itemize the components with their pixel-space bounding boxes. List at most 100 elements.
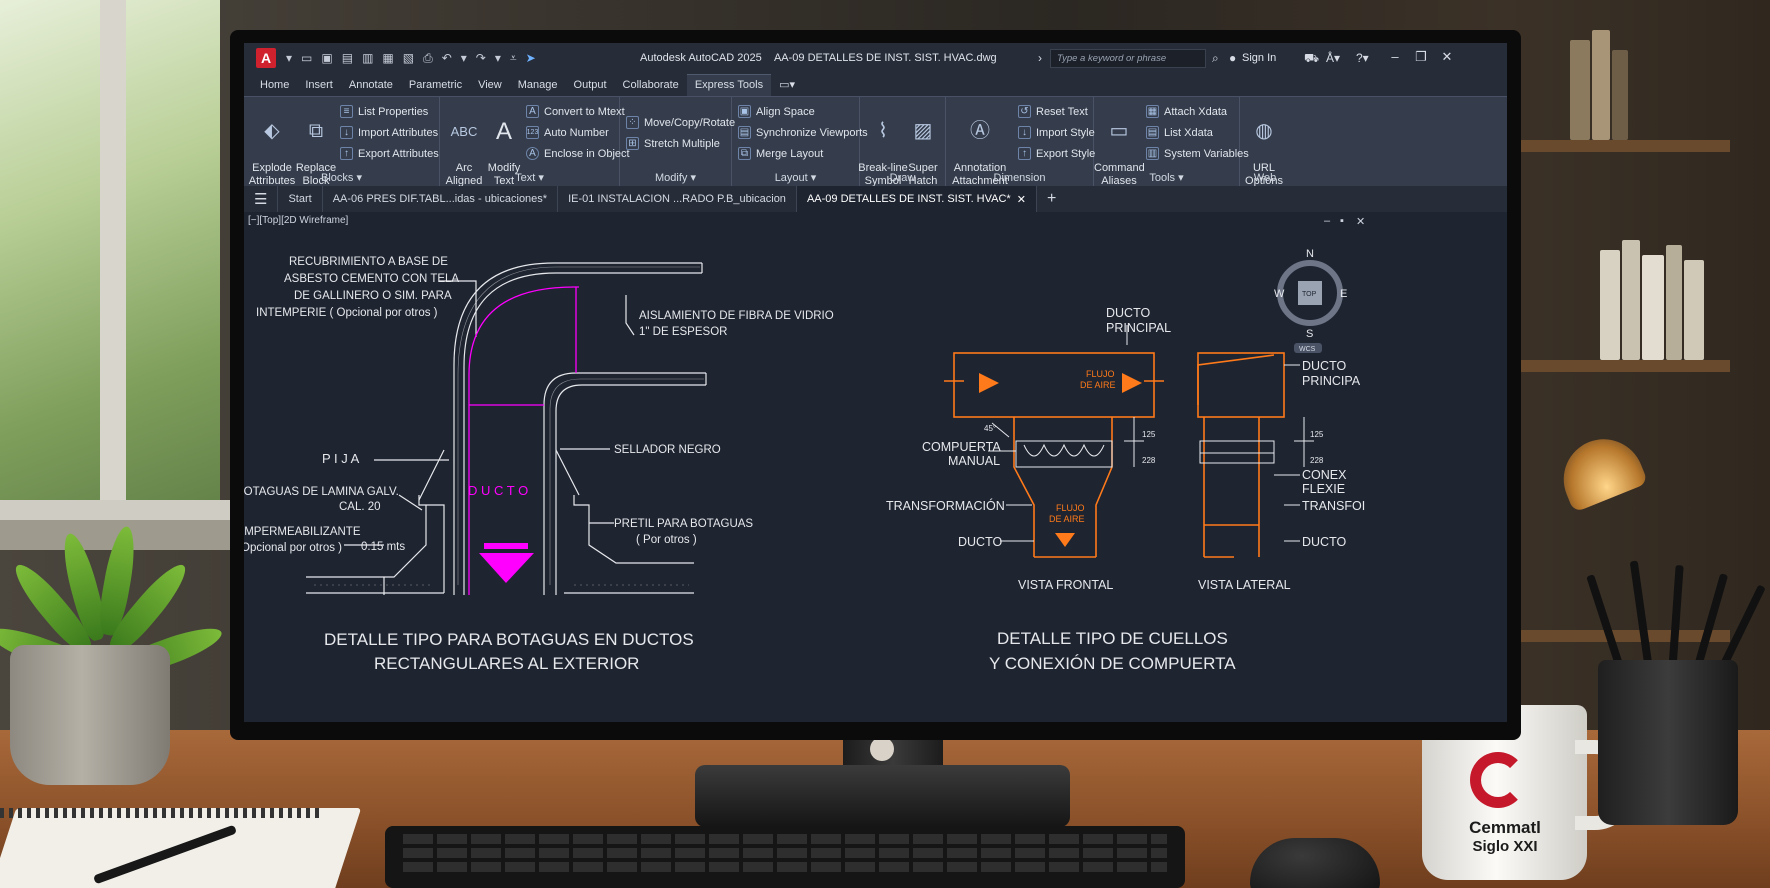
panel-label-layout[interactable]: Layout ▾	[732, 171, 859, 184]
viewport-minimize-icon[interactable]: –	[1324, 215, 1330, 227]
panel-label-text[interactable]: Text ▾	[440, 171, 619, 184]
search-input[interactable]: Type a keyword or phrase	[1050, 49, 1206, 68]
dropdown-arrow-icon[interactable]: ▾	[286, 51, 292, 65]
tab-manage[interactable]: Manage	[510, 75, 566, 96]
autocad-app-menu-icon[interactable]: A	[256, 48, 276, 68]
customize-qat-icon[interactable]: ⩡	[510, 51, 517, 66]
minimize-icon[interactable]: –	[1386, 49, 1404, 64]
save-as-icon[interactable]: ▥	[362, 51, 373, 65]
enclose-in-object-button[interactable]: A Enclose in Object	[526, 147, 630, 160]
panel-label-blocks[interactable]: Blocks ▾	[244, 171, 439, 184]
tab-output[interactable]: Output	[566, 75, 615, 96]
align-space-icon: ▣	[738, 105, 751, 118]
expand-search-icon[interactable]: ›	[1038, 51, 1042, 65]
print-icon[interactable]: ⎙	[423, 51, 433, 66]
tab-express-tools[interactable]: Express Tools	[686, 74, 772, 96]
dropdown-arrow-icon[interactable]: ▾	[495, 51, 501, 65]
ribbon-options-icon[interactable]: ▭▾	[771, 74, 803, 96]
viewport-close-icon[interactable]: ✕	[1356, 215, 1365, 228]
move-copy-rotate-button[interactable]: ⁘ Move/Copy/Rotate	[626, 116, 735, 129]
autodesk-a360-icon[interactable]: Å▾	[1326, 51, 1340, 65]
note-recubrimiento-1: RECUBRIMIENTO A BASE DE	[289, 256, 448, 268]
label-vista-frontal: VISTA FRONTAL	[1018, 578, 1113, 592]
import-attributes-label: Import Attributes	[358, 126, 439, 139]
export-style-icon: ↑	[1018, 147, 1031, 160]
share-icon[interactable]: ➤	[526, 51, 536, 65]
ribbon-panel: ⬖ Explode Attributes ⧉ Replace Block ≡ Li…	[244, 96, 1507, 187]
system-variables-button[interactable]: ▥ System Variables	[1146, 147, 1249, 160]
cart-icon[interactable]: ⛟	[1304, 51, 1319, 67]
reset-text-button[interactable]: ↺ Reset Text	[1018, 105, 1088, 118]
tab-insert[interactable]: Insert	[297, 75, 341, 96]
viewcube[interactable]: TOP N S E W WCS	[1274, 248, 1347, 353]
reset-text-label: Reset Text	[1036, 105, 1088, 118]
title-bar: A ▾ ▭ ▣ ▤ ▥ ▦ ▧ ⎙ ↶ ▾ ↷ ▾ ⩡ ➤ Autodesk A…	[244, 43, 1507, 73]
attach-xdata-button[interactable]: ▦ Attach Xdata	[1146, 105, 1227, 118]
drawing-canvas[interactable]: RECUBRIMIENTO A BASE DE ASBESTO CEMENTO …	[244, 205, 1507, 722]
export-icon: ↑	[340, 147, 353, 160]
export-style-button[interactable]: ↑ Export Style	[1018, 147, 1095, 160]
panel-label-tools[interactable]: Tools ▾	[1094, 171, 1239, 184]
label-conex-2: FLEXIE	[1302, 482, 1345, 496]
label-ducto-front: DUCTO	[958, 535, 1002, 549]
import-icon: ↓	[340, 126, 353, 139]
airflow-arrow-orange	[1122, 373, 1142, 393]
open-folder-icon[interactable]: ▣	[321, 51, 332, 65]
export-icon[interactable]: ▧	[403, 51, 414, 65]
label-ducto-principal-side-1: DUCTO	[1302, 359, 1346, 373]
airflow-arrow-down	[1055, 533, 1075, 547]
collar-front-right	[1095, 417, 1113, 557]
user-icon[interactable]: ●	[1229, 51, 1236, 65]
dimension-015: 0.15 mts	[361, 541, 405, 553]
close-tab-icon[interactable]: ✕	[1017, 193, 1026, 206]
merge-layout-icon: ⧉	[738, 147, 751, 160]
restore-icon[interactable]: ❐	[1412, 49, 1430, 65]
plant-pot	[10, 645, 170, 785]
auto-number-button[interactable]: 123 Auto Number	[526, 126, 609, 139]
tab-parametric[interactable]: Parametric	[401, 75, 470, 96]
caption-left-2: RECTANGULARES AL EXTERIOR	[374, 654, 639, 673]
import-attributes-button[interactable]: ↓ Import Attributes	[340, 126, 438, 139]
tab-collaborate[interactable]: Collaborate	[615, 75, 687, 96]
synchronize-viewports-label: Synchronize Viewports	[756, 126, 868, 139]
panel-text: ABC Arc Aligned A Modify Text A Convert t…	[440, 97, 630, 187]
new-file-icon[interactable]: ▭	[301, 51, 312, 65]
label-sellador: SELLADOR NEGRO	[614, 444, 721, 456]
undo-icon[interactable]: ↶	[442, 51, 452, 65]
collar-front-left	[1013, 417, 1035, 557]
tab-annotate[interactable]: Annotate	[341, 75, 401, 96]
merge-layout-button[interactable]: ⧉ Merge Layout	[738, 147, 823, 160]
label-compuerta-1: COMPUERTA	[922, 440, 1001, 454]
export-attributes-button[interactable]: ↑ Export Attributes	[340, 147, 439, 160]
dropdown-arrow-icon[interactable]: ▾	[461, 51, 467, 65]
synchronize-viewports-button[interactable]: ▤ Synchronize Viewports	[738, 126, 868, 139]
save-icon[interactable]: ▤	[342, 51, 353, 65]
list-properties-button[interactable]: ≡ List Properties	[340, 105, 428, 118]
panel-label-web: Web	[1253, 172, 1277, 184]
help-icon[interactable]: ?▾	[1356, 51, 1369, 65]
modify-text-icon: A	[495, 117, 512, 145]
pen-holder	[1598, 660, 1738, 825]
align-space-button[interactable]: ▣ Align Space	[738, 105, 815, 118]
command-aliases-icon: ▭	[1109, 119, 1129, 142]
damper-side	[1199, 440, 1275, 464]
explode-attributes-icon: ⬖	[264, 119, 280, 142]
convert-to-mtext-button[interactable]: A Convert to Mtext	[526, 105, 625, 118]
break-line-icon: ⌇	[878, 119, 888, 142]
viewport-restore-icon[interactable]: ▪	[1340, 215, 1344, 227]
tab-view[interactable]: View	[470, 75, 510, 96]
notebook-spiral	[0, 808, 320, 818]
search-icon[interactable]: ⌕	[1212, 51, 1219, 66]
plot-icon[interactable]: ▦	[382, 51, 393, 65]
close-icon[interactable]: ✕	[1438, 49, 1456, 65]
sign-in-button[interactable]: Sign In	[1242, 52, 1276, 64]
panel-label-modify[interactable]: Modify ▾	[620, 171, 731, 184]
list-xdata-button[interactable]: ▤ List Xdata	[1146, 126, 1213, 139]
monitor-stand-base	[695, 765, 1070, 827]
viewport-controls[interactable]: [−][Top][2D Wireframe]	[248, 215, 348, 226]
import-style-button[interactable]: ↓ Import Style	[1018, 126, 1095, 139]
stretch-multiple-button[interactable]: ⊞ Stretch Multiple	[626, 137, 720, 150]
tab-home[interactable]: Home	[252, 75, 297, 96]
monitor: A ▾ ▭ ▣ ▤ ▥ ▦ ▧ ⎙ ↶ ▾ ↷ ▾ ⩡ ➤ Autodesk A…	[230, 30, 1521, 740]
redo-icon[interactable]: ↷	[476, 51, 486, 65]
